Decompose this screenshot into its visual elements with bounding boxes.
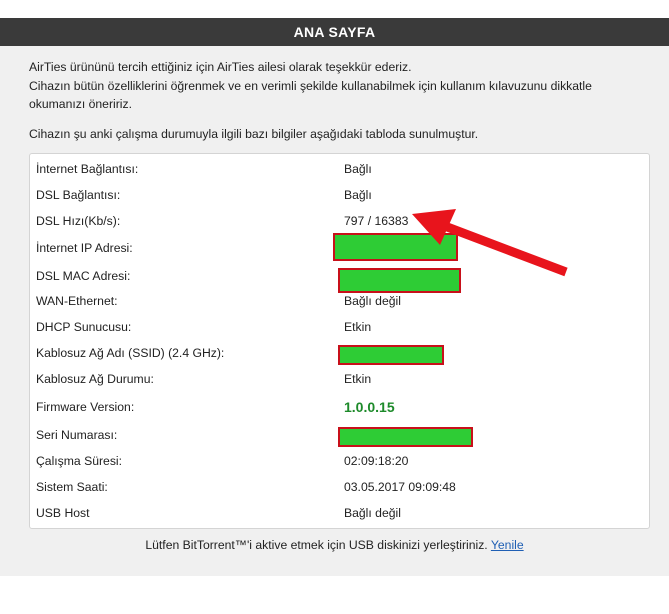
refresh-link[interactable]: Yenile [491, 538, 524, 552]
row-system-time: Sistem Saati: 03.05.2017 09:09:48 [30, 474, 649, 500]
page-header: ANA SAYFA [0, 18, 669, 46]
page-title: ANA SAYFA [293, 24, 376, 40]
row-value: 02:09:18:20 [344, 454, 409, 468]
row-label: Kablosuz Ağ Durumu: [36, 372, 154, 386]
row-label: DSL Hızı(Kb/s): [36, 214, 121, 228]
row-label: İnternet IP Adresi: [36, 241, 133, 255]
row-usb-host: USB Host Bağlı değil [30, 500, 649, 526]
row-wireless-status: Kablosuz Ağ Durumu: Etkin [30, 366, 649, 392]
row-uptime: Çalışma Süresi: 02:09:18:20 [30, 448, 649, 474]
row-value: Etkin [344, 320, 372, 334]
row-label: Çalışma Süresi: [36, 454, 123, 468]
row-label: DHCP Sunucusu: [36, 320, 132, 334]
intro-line-3: okumanızı öneririz. [29, 97, 132, 111]
row-value: 03.05.2017 09:09:48 [344, 480, 456, 494]
row-label: WAN-Ethernet: [36, 294, 118, 308]
redacted-ssid [338, 345, 444, 365]
row-label: Seri Numarası: [36, 428, 118, 442]
row-label: İnternet Bağlantısı: [36, 162, 139, 176]
row-value: Bağlı [344, 188, 372, 202]
row-value: 797 / 16383 [344, 214, 409, 228]
row-value: Bağlı [344, 162, 372, 176]
row-label: Firmware Version: [36, 400, 135, 414]
row-label: Kablosuz Ağ Adı (SSID) (2.4 GHz): [36, 346, 225, 360]
row-internet-connection: İnternet Bağlantısı: Bağlı [30, 156, 649, 182]
footer-note: Lütfen BitTorrent™'i aktive etmek için U… [0, 538, 669, 552]
row-label: USB Host [36, 506, 90, 520]
row-dhcp-server: DHCP Sunucusu: Etkin [30, 314, 649, 340]
intro-line-1: AirTies ürününü tercih ettiğiniz için Ai… [29, 60, 412, 74]
row-label: DSL Bağlantısı: [36, 188, 121, 202]
annotation-arrow-icon [412, 209, 568, 277]
firmware-version-value: 1.0.0.15 [344, 399, 395, 415]
row-firmware: Firmware Version: 1.0.0.15 [30, 393, 649, 421]
intro-text: AirTies ürününü tercih ettiğiniz için Ai… [29, 58, 649, 143]
intro-line-4: Cihazın şu anki çalışma durumuyla ilgili… [29, 126, 479, 141]
footer-text: Lütfen BitTorrent™'i aktive etmek için U… [145, 538, 488, 552]
row-value: Bağlı değil [344, 294, 401, 308]
intro-line-2: Cihazın bütün özelliklerini öğrenmek ve … [29, 78, 592, 93]
row-label: DSL MAC Adresi: [36, 269, 131, 283]
row-value: Bağlı değil [344, 506, 401, 520]
row-label: Sistem Saati: [36, 480, 108, 494]
redacted-serial-number [338, 427, 473, 447]
row-value: Etkin [344, 372, 372, 386]
